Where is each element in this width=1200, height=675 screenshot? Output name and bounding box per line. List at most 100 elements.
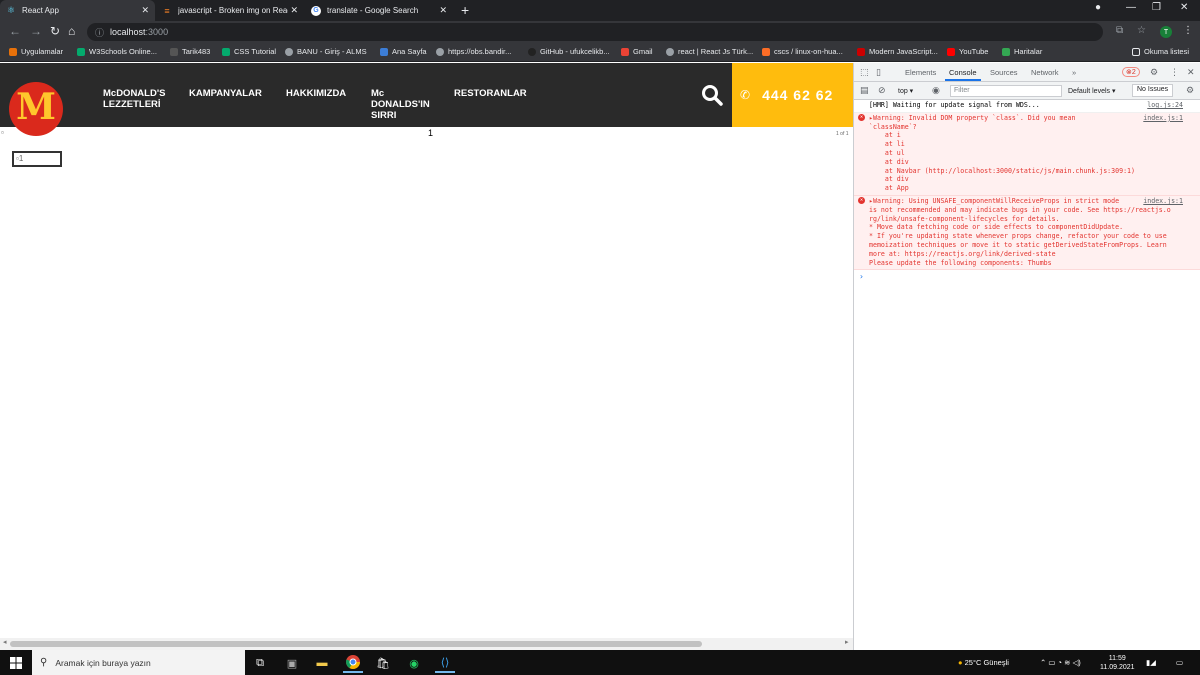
search-icon[interactable] [700, 83, 724, 107]
back-icon[interactable]: ← [9, 24, 21, 38]
reading-list-icon [1132, 47, 1140, 56]
scrollbar-thumb[interactable] [10, 641, 702, 647]
scroll-right-icon[interactable]: ▸ [845, 638, 849, 646]
issues-button[interactable]: No Issues [1132, 84, 1174, 97]
scroll-left-icon[interactable]: ◂ [3, 638, 7, 646]
console-message-error: ✕ index.js:1 ▸Warning: Using UNSAFE_comp… [854, 195, 1200, 271]
url-input[interactable]: ⓘ localhost:3000 [87, 23, 1103, 41]
tab-google-search[interactable]: G translate - Google Search ✕ [305, 0, 453, 21]
tab-stackoverflow[interactable]: ≡ javascript - Broken img on React ✕ [156, 0, 304, 21]
reload-icon[interactable]: ↻ [50, 24, 60, 38]
weather-widget[interactable]: ● 25°C Güneşli [958, 658, 1009, 667]
settings-gear-icon[interactable]: ⚙ [1150, 67, 1158, 78]
store-icon[interactable]: 🛍 [373, 653, 393, 673]
profile-menu-icon[interactable]: ● [1095, 2, 1101, 13]
tab-react-app[interactable]: ⚛ React App ✕ [0, 0, 155, 21]
console-line[interactable]: more at: https://reactjs.org/link/derive… [869, 250, 1197, 259]
notification-icon[interactable]: ▭ [1176, 658, 1183, 667]
chrome-menu-icon[interactable]: ⋮ [1183, 25, 1193, 36]
nav-hakkimizda[interactable]: HAKKIMIZDA [286, 88, 346, 99]
google-icon: G [311, 5, 321, 16]
source-link[interactable]: log.js:24 [1147, 101, 1183, 109]
tab-network[interactable]: Network [1031, 68, 1059, 77]
clear-console-icon[interactable]: ⊘ [878, 85, 886, 96]
horizontal-scrollbar[interactable]: ◂ ▸ [0, 638, 853, 650]
source-link[interactable]: index.js:1 [1143, 197, 1183, 205]
clock[interactable]: 11:59 11.09.2021 [1100, 654, 1135, 672]
close-icon[interactable]: ✕ [141, 5, 149, 16]
bookmark-item[interactable]: cscs / linux-on-hua... [762, 47, 843, 56]
bookmark-item[interactable]: GitHub - ufukcelikb... [528, 47, 610, 56]
eye-icon[interactable]: ◉ [932, 85, 940, 96]
url-host: localhost [110, 27, 146, 37]
whatsapp-icon[interactable]: ◉ [404, 653, 424, 673]
device-toolbar-icon[interactable]: ▯ [876, 67, 881, 78]
window-close-icon[interactable]: ✕ [1180, 2, 1188, 13]
chrome-icon[interactable] [343, 653, 363, 673]
site-header: M McDONALD'S LEZZETLERİ KAMPANYALAR HAKK… [0, 63, 853, 136]
bookmark-item[interactable]: W3Schools Online... [77, 47, 157, 56]
sidebar-toggle-icon[interactable]: ▤ [860, 85, 869, 96]
nav-restoranlar[interactable]: RESTORANLAR [454, 88, 527, 99]
bookmark-item[interactable]: Gmail [621, 47, 653, 56]
app-icon[interactable]: ▣ [282, 653, 302, 673]
devtools-tabs: ⬚ ▯ Elements Console Sources Network » ⊗… [854, 63, 1200, 82]
more-tabs-icon[interactable]: » [1072, 68, 1076, 77]
bookmark-item[interactable]: Haritalar [1002, 47, 1042, 56]
site-info-icon[interactable]: ⓘ [95, 26, 104, 39]
bookmark-apps[interactable]: Uygulamalar [9, 47, 63, 56]
file-explorer-icon[interactable]: ▬ [312, 653, 332, 673]
home-icon[interactable]: ⌂ [68, 24, 75, 38]
new-tab-button[interactable]: + [461, 2, 469, 18]
nav-kampanyalar[interactable]: KAMPANYALAR [189, 88, 262, 99]
nav-sirri[interactable]: Mc DONALDS'IN SIRRI [371, 88, 430, 121]
tab-elements[interactable]: Elements [905, 68, 936, 77]
w3schools-icon [222, 47, 230, 56]
error-count-badge[interactable]: ⊗2 [1122, 67, 1140, 77]
mcdonalds-logo[interactable]: M [9, 82, 63, 136]
bookmark-item[interactable]: https://obs.bandir... [436, 47, 511, 56]
language-indicator-icon[interactable]: ▮◢ [1146, 658, 1156, 667]
close-icon[interactable]: ✕ [439, 5, 447, 16]
profile-avatar[interactable]: T [1160, 26, 1172, 38]
forward-icon[interactable]: → [30, 24, 42, 38]
minimize-icon[interactable]: — [1126, 2, 1136, 13]
console-line[interactable]: at Navbar (http://localhost:3000/static/… [869, 167, 1197, 176]
inspect-icon[interactable]: ⬚ [860, 67, 869, 78]
console-settings-icon[interactable]: ⚙ [1186, 85, 1194, 96]
bookmark-star-icon[interactable]: ☆ [1137, 25, 1146, 36]
w3schools-icon [77, 47, 85, 56]
apps-grid-icon [9, 47, 17, 56]
nav-lezzetleri[interactable]: McDONALD'S LEZZETLERİ [103, 88, 165, 110]
console-prompt-input[interactable]: › [854, 270, 1200, 283]
bookmark-item[interactable]: react | React Js Türk... [666, 47, 753, 56]
windows-start-icon[interactable] [10, 657, 22, 669]
close-devtools-icon[interactable]: ✕ [1187, 67, 1195, 78]
reading-list[interactable]: Okuma listesi [1132, 47, 1189, 56]
bookmark-item[interactable]: Modern JavaScript... [857, 47, 938, 56]
bookmark-item[interactable]: CSS Tutorial [222, 47, 276, 56]
console-line[interactable]: rg/link/unsafe-component-lifecycles for … [869, 215, 1197, 224]
task-view-icon[interactable]: ⧉ [250, 653, 270, 673]
bookmark-item[interactable]: Tarik483 [170, 47, 210, 56]
tab-console[interactable]: Console [945, 68, 981, 81]
vscode-icon[interactable]: ⟨⟩ [435, 653, 455, 673]
translate-icon[interactable]: ⧉ [1116, 25, 1123, 36]
broken-image-icon: ▫ [1, 128, 4, 137]
bookmark-item[interactable]: BANU - Giriş - ALMS [285, 47, 367, 56]
context-selector[interactable]: top ▾ [898, 87, 913, 95]
console-filter-input[interactable]: Filter [950, 85, 1062, 97]
console-line[interactable]: is not recommended and may indicate bugs… [869, 206, 1197, 215]
phone-box[interactable]: ✆ 444 62 62 [732, 63, 853, 127]
bookmark-item[interactable]: Ana Sayfa [380, 47, 427, 56]
log-levels-dropdown[interactable]: Default levels ▾ [1068, 87, 1115, 95]
devtools-menu-icon[interactable]: ⋮ [1170, 67, 1179, 78]
close-icon[interactable]: ✕ [290, 5, 298, 16]
taskbar-search-input[interactable]: ⚲ Aramak için buraya yazın [32, 650, 245, 675]
carousel-thumbnail[interactable]: ▫1 [12, 151, 62, 167]
restore-icon[interactable]: ❐ [1152, 2, 1161, 13]
tab-sources[interactable]: Sources [990, 68, 1018, 77]
source-link[interactable]: index.js:1 [1143, 114, 1183, 122]
bookmark-item[interactable]: YouTube [947, 47, 988, 56]
tray-icons[interactable]: ⌃ ▭ ◔ ≋ ◁) [1040, 658, 1081, 667]
